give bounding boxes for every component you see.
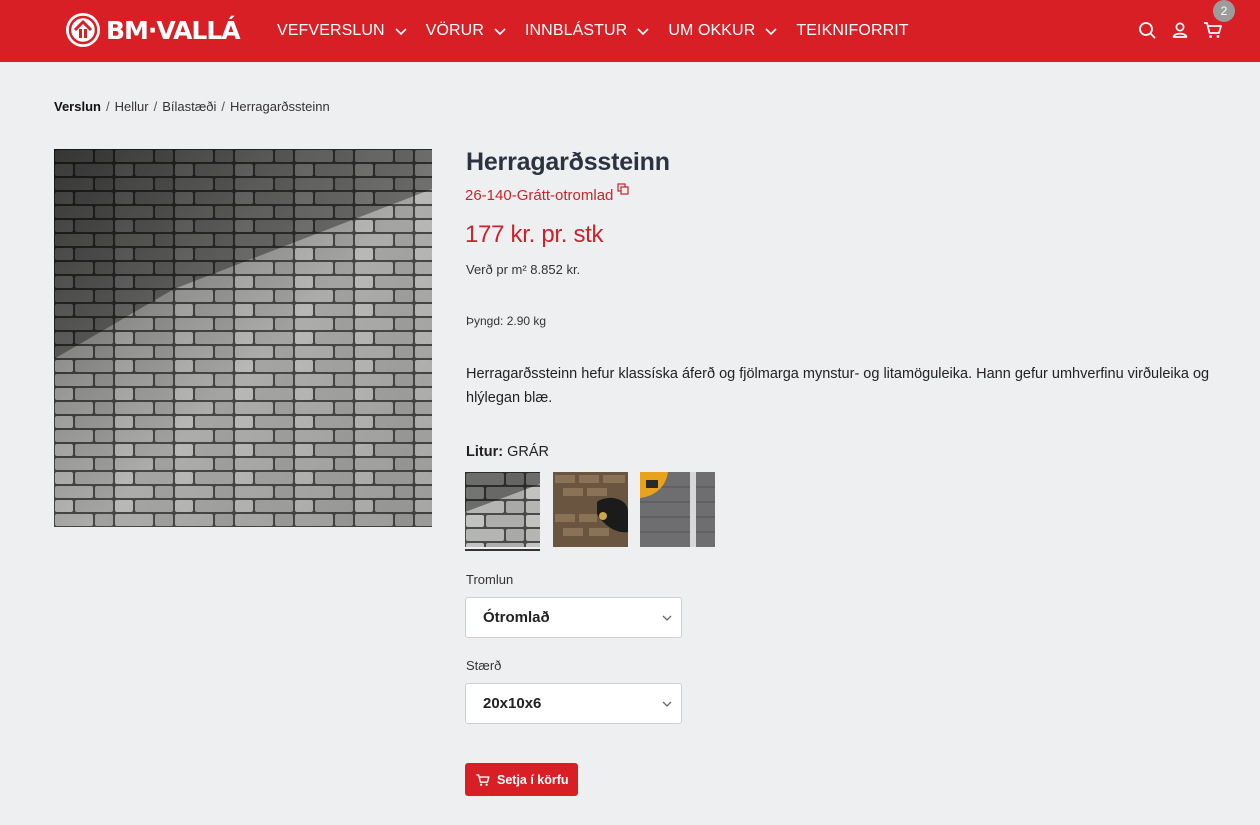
cart-icon[interactable] xyxy=(1202,19,1224,41)
nav-item-label: VEFVERSLUN xyxy=(277,22,385,39)
breadcrumb-current: Herragarðssteinn xyxy=(230,99,330,114)
main-nav: VEFVERSLUN VÖRUR INNBLÁSTUR UM OKKUR TEI… xyxy=(277,0,927,62)
product-image[interactable] xyxy=(54,149,432,527)
add-to-cart-button[interactable]: Setja í körfu xyxy=(465,763,578,796)
paving-stones-image xyxy=(54,149,432,527)
tromlun-label: Tromlun xyxy=(466,572,514,587)
product-weight: Þyngd: 2.90 kg xyxy=(466,314,547,328)
sku-text: 26-140-Grátt-otromlad xyxy=(465,187,614,204)
breadcrumb-separator: / xyxy=(153,99,158,114)
chevron-down-icon xyxy=(494,28,506,36)
brand-logo[interactable]: BM·VALLÁ xyxy=(66,12,241,48)
color-label-value: GRÁR xyxy=(507,444,549,460)
swatch-dark-image xyxy=(640,472,715,547)
copy-icon[interactable] xyxy=(617,183,630,195)
product-sku: 26-140-Grátt-otromlad xyxy=(465,183,630,204)
breadcrumb-separator: / xyxy=(105,99,110,114)
size-value: 20x10x6 xyxy=(483,695,542,712)
color-swatch-dark[interactable] xyxy=(640,472,715,547)
cart-count-badge: 2 xyxy=(1213,0,1235,22)
swatch-brown-image xyxy=(553,472,628,547)
chevron-down-icon xyxy=(662,701,672,707)
search-icon[interactable] xyxy=(1136,19,1158,41)
breadcrumb-item[interactable]: Verslun xyxy=(54,99,101,114)
nav-item-innblastur[interactable]: INNBLÁSTUR xyxy=(525,22,650,40)
color-label-title: Litur: xyxy=(466,444,504,460)
breadcrumb-separator: / xyxy=(221,99,226,114)
price-per-m2: Verð pr m² 8.852 kr. xyxy=(466,262,581,277)
breadcrumb: Verslun / Hellur / Bílastæði / Herragarð… xyxy=(54,99,330,114)
nav-item-vorur[interactable]: VÖRUR xyxy=(426,22,507,40)
nav-item-teikniforrit[interactable]: TEIKNIFORRIT xyxy=(796,22,908,40)
tromlun-select[interactable]: Ótromlað xyxy=(465,597,682,638)
breadcrumb-item[interactable]: Hellur xyxy=(115,99,149,114)
nav-item-vefverslun[interactable]: VEFVERSLUN xyxy=(277,22,408,40)
user-icon[interactable] xyxy=(1169,19,1191,41)
chevron-down-icon xyxy=(395,28,407,36)
chevron-down-icon xyxy=(765,28,777,36)
nav-item-um-okkur[interactable]: UM OKKUR xyxy=(668,22,778,40)
add-to-cart-label: Setja í körfu xyxy=(497,772,569,787)
color-label: Litur: GRÁR xyxy=(466,444,549,460)
nav-item-label: INNBLÁSTUR xyxy=(524,22,628,39)
breadcrumb-item[interactable]: Bílastæði xyxy=(162,99,216,114)
nav-item-label: VÖRUR xyxy=(425,22,484,39)
product-title: Herragarðssteinn xyxy=(466,148,670,176)
logo-mark-icon xyxy=(66,13,100,47)
chevron-down-icon xyxy=(662,615,672,621)
tromlun-value: Ótromlað xyxy=(483,609,550,626)
brand-name: BM·VALLÁ xyxy=(106,15,241,45)
site-header: BM·VALLÁ VEFVERSLUN VÖRUR INNBLÁSTUR UM … xyxy=(0,0,1260,62)
size-select[interactable]: 20x10x6 xyxy=(465,683,682,724)
selected-swatch-indicator xyxy=(465,549,540,551)
color-swatch-brown[interactable] xyxy=(553,472,628,547)
swatch-grey-image xyxy=(465,472,540,547)
color-swatch-grey[interactable] xyxy=(465,472,540,547)
chevron-down-icon xyxy=(637,28,649,36)
nav-item-label: TEIKNIFORRIT xyxy=(796,22,909,39)
nav-item-label: UM OKKUR xyxy=(668,22,756,39)
product-price: 177 kr. pr. stk xyxy=(465,221,604,248)
size-label: Stærð xyxy=(466,658,502,673)
cart-icon xyxy=(476,773,490,786)
product-description: Herragarðssteinn hefur klassíska áferð o… xyxy=(466,366,1210,406)
